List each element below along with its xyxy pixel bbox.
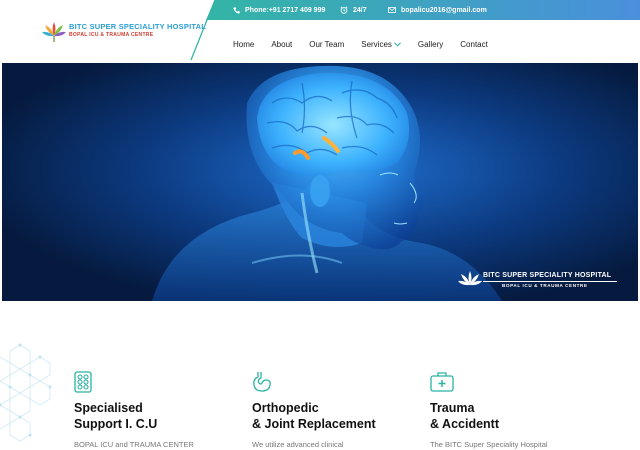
main-navigation: Home About Our Team Services Gallery Con… bbox=[233, 38, 505, 50]
phone-text: Phone:+91 2717 409 999 bbox=[245, 6, 326, 14]
stomach-icon bbox=[253, 372, 271, 392]
service-card-icu-title-line1: Specialised bbox=[74, 401, 143, 415]
nav-gallery[interactable]: Gallery bbox=[418, 40, 443, 49]
service-card-orthopedic-title-line2: & Joint Replacement bbox=[252, 416, 376, 431]
pills-icon bbox=[74, 371, 92, 393]
service-card-orthopedic-title-line1: Orthopedic bbox=[252, 401, 319, 415]
phone-icon bbox=[233, 6, 240, 14]
email-text: bopalicu2016@gmail.com bbox=[401, 6, 487, 14]
nav-our-team-label: Our Team bbox=[309, 39, 345, 49]
nav-about[interactable]: About bbox=[271, 40, 292, 49]
nav-services[interactable]: Services bbox=[361, 40, 401, 49]
services-section: Specialised Support I. C.U BOPAL ICU and… bbox=[0, 301, 640, 450]
hero-logo-subtitle: BOPAL ICU & TRAUMA CENTRE bbox=[502, 283, 588, 288]
service-card-trauma[interactable]: Trauma & Accidentt The BITC Super Specia… bbox=[430, 371, 600, 449]
logo-title: BITC SUPER SPECIALITY HOSPITAL bbox=[69, 22, 206, 31]
chevron-down-icon bbox=[393, 41, 401, 47]
nav-home[interactable]: Home bbox=[233, 40, 254, 49]
phone-contact[interactable]: Phone:+91 2717 409 999 bbox=[233, 0, 325, 20]
nav-contact-label: Contact bbox=[460, 39, 488, 49]
service-card-icu-text: BOPAL ICU and TRAUMA CENTER bbox=[74, 440, 194, 449]
hero-logo-title: BITC SUPER SPECIALITY HOSPITAL bbox=[483, 272, 612, 279]
logo-subtitle: BOPAL ICU & TRAUMA CENTRE bbox=[69, 32, 154, 38]
hospital-logo[interactable]: BITC SUPER SPECIALITY HOSPITAL BOPAL ICU… bbox=[42, 18, 207, 44]
envelope-icon bbox=[388, 7, 396, 13]
service-card-icu-title-line2: Support I. C.U bbox=[74, 416, 158, 431]
service-card-orthopedic-title: Orthopedic & Joint Replacement bbox=[252, 401, 422, 432]
hexagon-pattern-decoration bbox=[0, 343, 52, 442]
brain-xray-illustration bbox=[2, 63, 638, 301]
email-contact[interactable]: bopalicu2016@gmail.com bbox=[388, 0, 487, 20]
nav-home-label: Home bbox=[233, 39, 255, 49]
service-card-trauma-text: The BITC Super Speciality Hospital bbox=[430, 440, 548, 449]
top-contact-bar: Phone:+91 2717 409 999 24/7 bopalicu2016… bbox=[0, 0, 640, 20]
nav-our-team[interactable]: Our Team bbox=[309, 40, 344, 49]
alarm-clock-icon bbox=[340, 6, 348, 14]
service-card-icu[interactable]: Specialised Support I. C.U BOPAL ICU and… bbox=[74, 371, 244, 449]
service-card-orthopedic[interactable]: Orthopedic & Joint Replacement We utiliz… bbox=[252, 371, 422, 449]
site-header: Phone:+91 2717 409 999 24/7 bopalicu2016… bbox=[0, 0, 640, 63]
nav-about-label: About bbox=[271, 39, 293, 49]
hero-logo-divider bbox=[483, 281, 617, 282]
lotus-logo-icon bbox=[42, 22, 66, 42]
nav-gallery-label: Gallery bbox=[417, 39, 444, 49]
hero-banner: BITC SUPER SPECIALITY HOSPITAL BOPAL ICU… bbox=[2, 63, 638, 301]
hours-contact: 24/7 bbox=[340, 0, 367, 20]
nav-contact[interactable]: Contact bbox=[460, 40, 488, 49]
hero-lotus-logo-icon bbox=[458, 271, 482, 286]
service-card-icu-title: Specialised Support I. C.U bbox=[74, 401, 244, 432]
service-card-orthopedic-text: We utilize advanced clinical bbox=[252, 440, 344, 449]
nav-services-label: Services bbox=[361, 39, 392, 49]
hours-text: 24/7 bbox=[353, 6, 367, 14]
service-card-trauma-title-line2: & Accidentt bbox=[430, 416, 499, 431]
service-card-trauma-title-line1: Trauma bbox=[430, 401, 475, 415]
service-card-trauma-title: Trauma & Accidentt bbox=[430, 401, 600, 432]
first-aid-kit-icon bbox=[430, 372, 454, 392]
